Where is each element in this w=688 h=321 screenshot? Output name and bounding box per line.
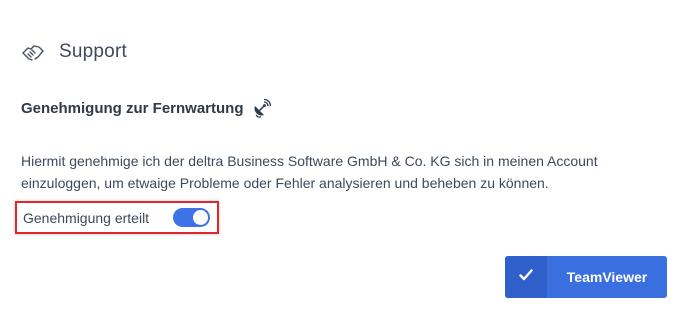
page-header: Support xyxy=(21,40,127,64)
teamviewer-button[interactable]: TeamViewer xyxy=(505,256,667,298)
section-heading: Genehmigung zur Fernwartung xyxy=(21,98,272,118)
consent-toggle[interactable] xyxy=(173,208,210,227)
check-icon xyxy=(519,268,533,286)
description-line-1: Hiermit genehmige ich der deltra Busines… xyxy=(21,153,598,169)
toggle-label: Genehmigung erteilt xyxy=(23,209,150,226)
page-title: Support xyxy=(59,41,127,62)
toggle-knob xyxy=(193,210,208,225)
teamviewer-button-label: TeamViewer xyxy=(566,269,648,285)
handshake-icon xyxy=(21,40,45,64)
section-title: Genehmigung zur Fernwartung xyxy=(21,99,244,117)
button-icon-area xyxy=(505,256,547,298)
satellite-dish-icon xyxy=(252,98,272,118)
consent-description: Hiermit genehmige ich der deltra Busines… xyxy=(21,150,641,194)
consent-toggle-row: Genehmigung erteilt xyxy=(15,201,219,234)
description-line-2: einzuloggen, um etwaige Probleme oder Fe… xyxy=(21,175,549,191)
